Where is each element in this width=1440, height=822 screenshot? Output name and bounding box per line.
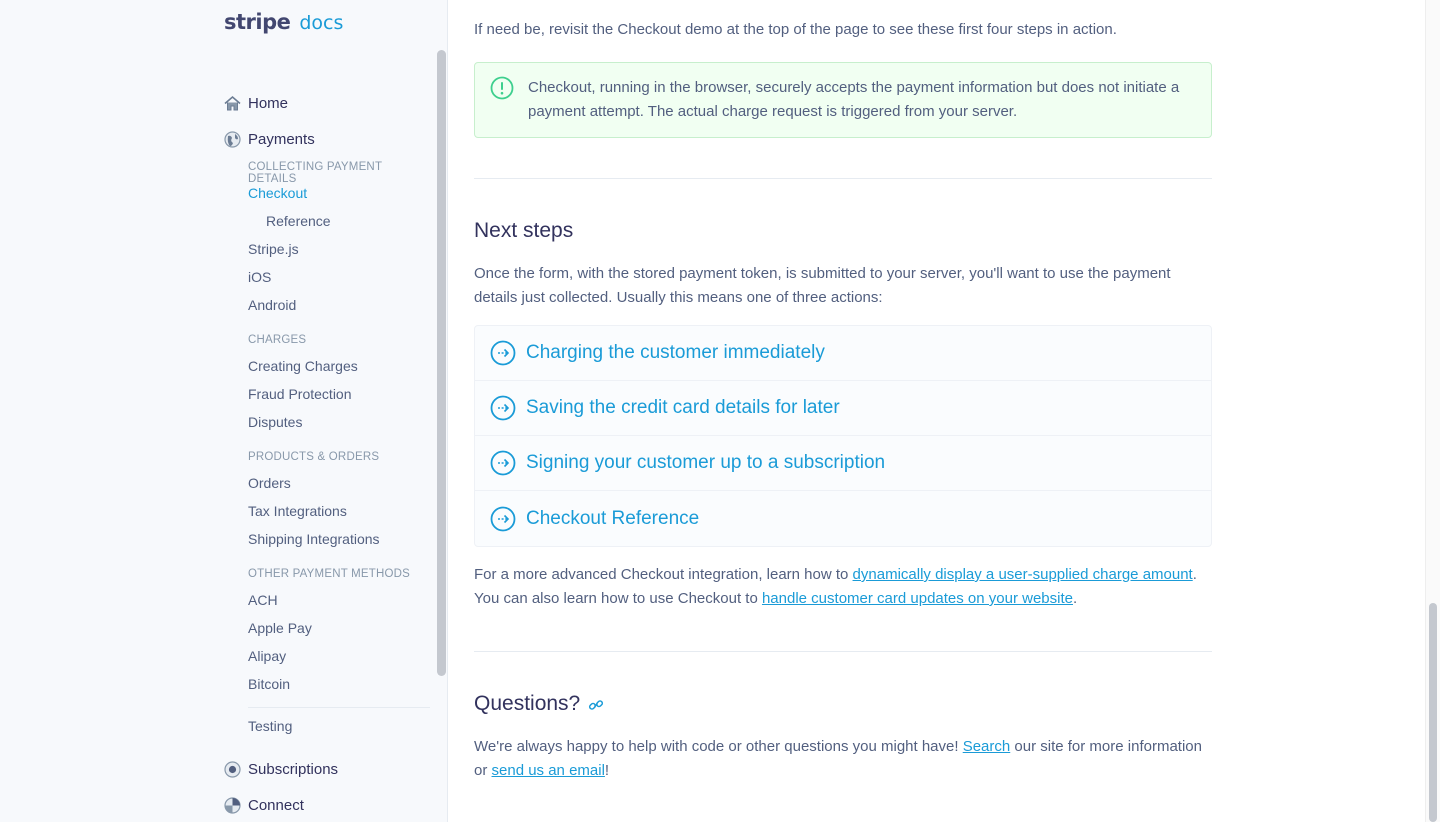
sidebar-item-disputes[interactable]: Disputes: [248, 414, 302, 430]
sidebar-item-tax-integrations[interactable]: Tax Integrations: [248, 503, 347, 519]
next-step-charging[interactable]: Charging the customer immediately: [475, 326, 1211, 381]
questions-text: !: [604, 762, 610, 779]
email-link[interactable]: send us an email: [492, 762, 605, 779]
next-steps-paragraph: Once the form, with the stored payment t…: [474, 265, 1171, 306]
sidebar-item-label: Home: [248, 94, 289, 112]
sidebar-item-label: Subscriptions: [248, 760, 339, 778]
sidebar-scrollbar-thumb[interactable]: [437, 50, 446, 676]
callout-text: Checkout, running in the browser, secure…: [528, 79, 1180, 120]
sidebar-item-ios[interactable]: iOS: [248, 269, 271, 285]
stripe-docs-logo[interactable]: stripe docs: [224, 10, 343, 38]
sidebar-item-label: Payments: [248, 130, 315, 148]
arrow-circle-icon: [490, 340, 516, 366]
exclamation-circle-icon: [490, 76, 514, 100]
sidebar-item-creating-charges[interactable]: Creating Charges: [248, 358, 358, 374]
section-heading-charges: CHARGES: [248, 334, 307, 346]
advanced-text: .: [1072, 590, 1078, 607]
next-step-label: Signing your customer up to a subscripti…: [526, 452, 886, 473]
logo-wordmark: stripe: [224, 10, 291, 34]
sidebar-item-apple-pay[interactable]: Apple Pay: [248, 620, 312, 636]
next-step-label: Checkout Reference: [526, 507, 700, 529]
next-step-saving-card[interactable]: Saving the credit card details for later: [475, 381, 1211, 436]
arrow-circle-icon: [490, 450, 516, 476]
subscriptions-icon: [224, 760, 241, 778]
sidebar-item-home[interactable]: Home: [224, 92, 288, 114]
card-updates-link[interactable]: handle customer card updates on your web…: [762, 590, 1073, 607]
next-step-checkout-reference[interactable]: Checkout Reference: [475, 491, 1211, 546]
next-step-label: Saving the credit card details for later: [526, 397, 840, 418]
sidebar-item-ach[interactable]: ACH: [248, 592, 278, 608]
sidebar: stripe docs Home Payments COLLECTING PAY…: [0, 0, 448, 822]
section-divider: [474, 651, 1212, 652]
sidebar-item-bitcoin[interactable]: Bitcoin: [248, 676, 290, 692]
section-heading-products-orders: PRODUCTS & ORDERS: [248, 451, 380, 463]
sidebar-item-checkout[interactable]: Checkout: [248, 185, 307, 201]
arrow-circle-icon: [490, 395, 516, 421]
intro-paragraph: If need be, revisit the Checkout demo at…: [474, 21, 1117, 38]
sidebar-item-label: Connect: [248, 796, 304, 814]
sidebar-item-reference[interactable]: Reference: [266, 213, 331, 229]
arrow-circle-icon: [490, 506, 516, 531]
questions-text: We're always happy to help with code or …: [474, 738, 963, 755]
questions-paragraph: We're always happy to help with code or …: [474, 735, 1212, 783]
sidebar-item-testing[interactable]: Testing: [248, 718, 292, 734]
search-link[interactable]: Search: [963, 738, 1011, 755]
sidebar-item-subscriptions[interactable]: Subscriptions: [224, 758, 338, 780]
sidebar-item-stripejs[interactable]: Stripe.js: [248, 241, 299, 257]
section-heading-other-methods: OTHER PAYMENT METHODS: [248, 568, 411, 580]
dynamic-charge-amount-link[interactable]: dynamically display a user-supplied char…: [853, 566, 1193, 583]
window-scrollbar-thumb[interactable]: [1429, 603, 1437, 822]
sidebar-item-shipping-integrations[interactable]: Shipping Integrations: [248, 531, 380, 547]
next-step-subscription[interactable]: Signing your customer up to a subscripti…: [475, 436, 1211, 491]
window-scrollbar[interactable]: [1425, 0, 1440, 822]
sidebar-divider: [248, 707, 430, 708]
sidebar-item-alipay[interactable]: Alipay: [248, 648, 286, 664]
advanced-paragraph: For a more advanced Checkout integration…: [474, 563, 1212, 611]
sidebar-scrollbar[interactable]: [437, 50, 446, 676]
logo-docs-label: docs: [299, 12, 344, 34]
next-steps-list: Charging the customer immediately Saving…: [474, 325, 1212, 547]
home-icon: [224, 95, 241, 112]
section-heading-collecting: COLLECTING PAYMENT DETAILS: [248, 161, 382, 185]
sidebar-item-fraud-protection[interactable]: Fraud Protection: [248, 386, 352, 402]
sidebar-item-payments[interactable]: Payments: [224, 128, 315, 150]
sidebar-item-orders[interactable]: Orders: [248, 475, 291, 491]
sidebar-item-android[interactable]: Android: [248, 297, 296, 313]
connect-icon: [224, 796, 241, 814]
next-step-label: Charging the customer immediately: [526, 342, 825, 363]
globe-icon: [224, 130, 241, 148]
sidebar-item-connect[interactable]: Connect: [224, 794, 304, 816]
info-callout: Checkout, running in the browser, secure…: [474, 62, 1212, 138]
questions-heading: Questions?: [474, 692, 581, 715]
link-icon[interactable]: [588, 697, 604, 713]
section-divider: [474, 178, 1212, 179]
advanced-text: For a more advanced Checkout integration…: [474, 566, 853, 583]
next-steps-heading: Next steps: [474, 219, 574, 242]
